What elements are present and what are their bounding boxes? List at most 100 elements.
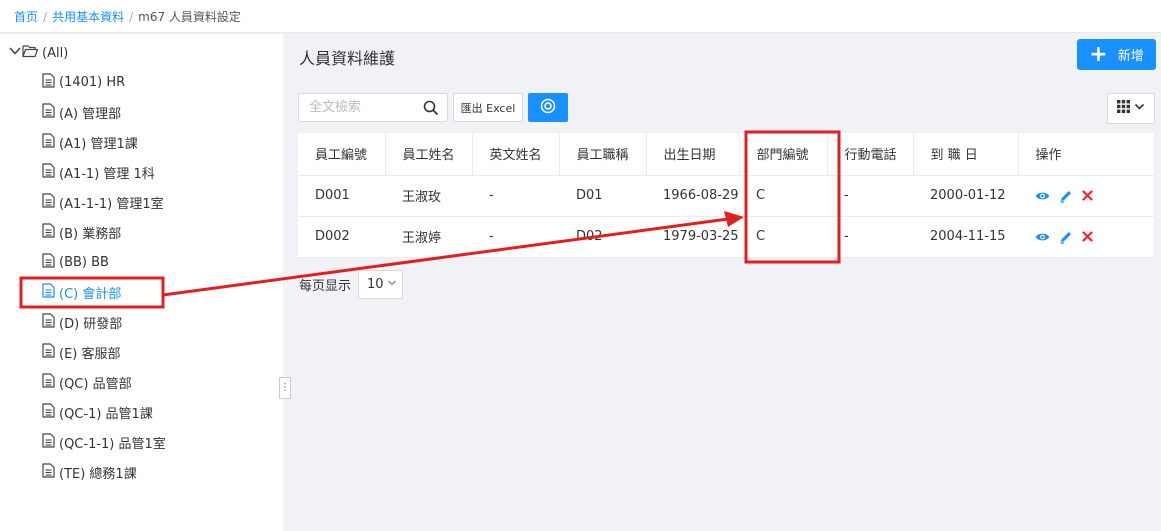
edit-icon[interactable]	[1059, 189, 1073, 203]
document-icon	[42, 462, 55, 482]
tree-item-label: (QC) 品管部	[59, 376, 132, 392]
column-header[interactable]: 員工職稱	[559, 133, 647, 176]
row-actions	[1018, 216, 1154, 258]
folder-open-icon	[22, 44, 39, 62]
column-header[interactable]: 到 職 日	[913, 133, 1019, 176]
tree-item[interactable]: (E) 客服部	[42, 341, 121, 363]
search-icon[interactable]	[423, 100, 439, 120]
tree-item[interactable]: (A) 管理部	[42, 101, 121, 123]
chevron-down-icon[interactable]	[8, 44, 22, 62]
export-excel-button[interactable]: 匯出 Excel	[453, 93, 523, 122]
document-icon	[42, 252, 55, 272]
add-button[interactable]: + 新增	[1077, 39, 1156, 70]
search-input[interactable]	[299, 94, 414, 121]
table-cell: D001	[298, 175, 385, 217]
document-icon	[42, 102, 55, 122]
tree-item[interactable]: (TE) 總務1課	[42, 461, 137, 483]
table-cell: C	[739, 175, 827, 217]
tree-item[interactable]: (BB) BB	[42, 251, 109, 273]
tree-item-label: (B) 業務部	[59, 226, 122, 242]
column-header[interactable]: 行動電話	[827, 133, 914, 176]
document-icon	[42, 162, 55, 182]
tree-item[interactable]: (QC-1-1) 品管1室	[42, 431, 166, 453]
column-header[interactable]: 英文姓名	[472, 133, 560, 176]
tree-item[interactable]: (QC-1) 品管1課	[42, 401, 153, 423]
document-icon	[42, 432, 55, 452]
table-cell: 2000-01-12	[913, 175, 1018, 217]
tree-item[interactable]: (QC) 品管部	[42, 371, 132, 393]
chevron-down-icon	[1134, 101, 1145, 116]
grid-icon	[1117, 100, 1130, 117]
tree-item-label: (QC-1) 品管1課	[59, 406, 153, 422]
page-title: 人員資料維護	[299, 49, 396, 68]
target-button[interactable]	[528, 93, 568, 122]
tree-item-label: (A1-1-1) 管理1室	[59, 196, 164, 212]
row-actions	[1018, 175, 1154, 217]
tree-item[interactable]: (A1-1) 管理 1科	[42, 161, 155, 183]
breadcrumb-shared-data[interactable]: 共用基本資料	[52, 10, 124, 24]
eye-icon[interactable]	[1035, 190, 1050, 202]
column-header[interactable]: 出生日期	[646, 133, 740, 176]
page-size-value: 10	[367, 277, 384, 292]
tree-item-label: (D) 研發部	[59, 316, 123, 332]
column-header[interactable]: 員工姓名	[385, 133, 473, 176]
document-icon	[42, 72, 55, 92]
column-header: 操作	[1018, 133, 1154, 176]
document-icon	[42, 372, 55, 392]
tree-item[interactable]: (1401) HR	[42, 71, 125, 93]
table-cell: 王淑婷	[385, 216, 472, 258]
document-icon	[42, 132, 55, 152]
table-row[interactable]: D002 王淑婷 - D02 1979-03-25 C -2004-11-15	[298, 216, 1154, 258]
breadcrumb-home[interactable]: 首页	[14, 10, 38, 24]
tree-item-label: (C) 會計部	[59, 286, 122, 302]
table-row[interactable]: D001 王淑玫 - D01 1966-08-29 C -2000-01-12	[298, 175, 1154, 217]
table-cell: -	[472, 216, 559, 258]
document-icon	[42, 402, 55, 422]
breadcrumb-separator: /	[129, 10, 134, 24]
table-cell: 1979-03-25	[646, 216, 739, 258]
tree-root-label: (All)	[42, 45, 69, 61]
document-icon	[42, 222, 55, 242]
delete-icon[interactable]	[1082, 231, 1093, 242]
tree-item-label: (A) 管理部	[59, 106, 122, 122]
breadcrumb: 首页 / 共用基本資料 / m67 人員資料設定	[0, 0, 1161, 33]
tree-item[interactable]: (C) 會計部	[42, 281, 121, 303]
plus-icon: +	[1089, 41, 1108, 67]
search-box	[298, 93, 448, 122]
tree-item-label: (A1-1) 管理 1科	[59, 166, 155, 182]
edit-icon[interactable]	[1059, 230, 1073, 244]
columns-toggle-button[interactable]	[1107, 93, 1155, 124]
employee-table: 員工編號 員工姓名 英文姓名 員工職稱 出生日期 部門編號 行動電話 到 職 日…	[298, 133, 1154, 258]
add-button-label: 新增	[1117, 49, 1144, 64]
target-icon	[540, 98, 556, 118]
page-size-label: 每页显示	[299, 279, 352, 294]
column-header[interactable]: 部門編號	[739, 133, 828, 176]
table-cell: 王淑玫	[385, 175, 472, 217]
main-panel: 人員資料維護 + 新增 匯出 Excel 員工編號 員工姓名 英文姓名 員工職稱…	[290, 34, 1161, 531]
tree-item-label: (QC-1-1) 品管1室	[59, 436, 166, 452]
table-header-row: 員工編號 員工姓名 英文姓名 員工職稱 出生日期 部門編號 行動電話 到 職 日…	[298, 133, 1154, 176]
tree-item-label: (1401) HR	[59, 74, 126, 90]
table-cell: -	[827, 175, 913, 217]
chevron-down-icon	[387, 277, 397, 292]
department-tree: (All) (1401) HR (A) 管理部 (A1) 管理1課 (A1-1) 管理…	[0, 34, 283, 531]
page-size-select[interactable]: 10	[358, 270, 403, 299]
tree-item[interactable]: (A1-1-1) 管理1室	[42, 191, 164, 213]
tree-item[interactable]: (B) 業務部	[42, 221, 121, 243]
tree-root[interactable]: (All)	[8, 42, 68, 64]
tree-item-label: (BB) BB	[59, 254, 109, 270]
tree-item-label: (E) 客服部	[59, 346, 121, 362]
table-cell: D02	[559, 216, 646, 258]
tree-item[interactable]: (D) 研發部	[42, 311, 122, 333]
table-cell: 1966-08-29	[646, 175, 739, 217]
tree-item-label: (TE) 總務1課	[59, 466, 137, 482]
breadcrumb-current: m67 人員資料設定	[138, 10, 241, 24]
tree-item[interactable]: (A1) 管理1課	[42, 131, 138, 153]
document-icon	[42, 192, 55, 212]
table-cell: -	[472, 175, 559, 217]
delete-icon[interactable]	[1082, 190, 1093, 201]
table-cell: C	[739, 216, 827, 258]
document-icon	[42, 342, 55, 362]
column-header[interactable]: 員工編號	[298, 133, 386, 176]
eye-icon[interactable]	[1035, 231, 1050, 243]
